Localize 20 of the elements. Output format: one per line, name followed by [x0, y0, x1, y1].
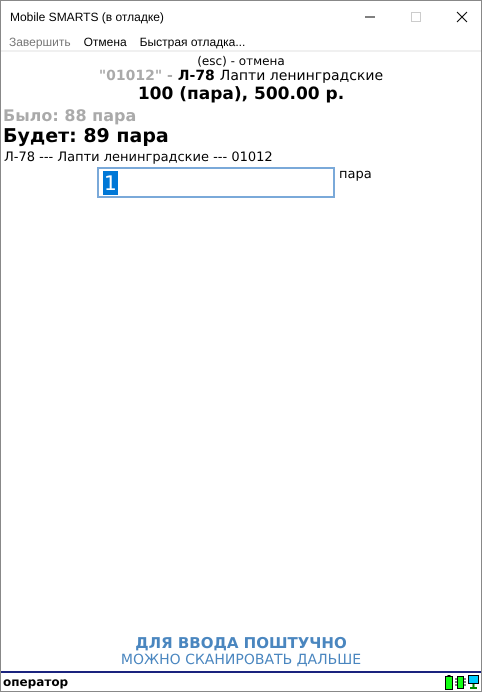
- previous-quantity: Было: 88 пара: [2, 106, 138, 125]
- new-quantity: Будет: 89 пара: [2, 125, 170, 147]
- product-name: Лапти ленинградские: [220, 68, 384, 84]
- window-title: Mobile SMARTS (в отладке): [10, 10, 164, 24]
- footer-subtitle: МОЖНО СКАНИРОВАТЬ ДАЛЬШЕ: [120, 652, 362, 668]
- product-code: "01012" -: [98, 68, 173, 84]
- product-description: Л-78 --- Лапти ленинградские --- 01012: [3, 150, 274, 165]
- user-label: оператор: [3, 675, 68, 689]
- quantity-field[interactable]: 1: [97, 167, 335, 198]
- footer-title: ДЛЯ ВВОДА ПОШТУЧНО: [134, 634, 348, 652]
- menu-item[interactable]: Быстрая отладка...: [140, 34, 246, 48]
- computer-icon: [468, 674, 479, 690]
- unit-label: пара: [339, 167, 372, 182]
- menu-item[interactable]: Отмена: [84, 34, 127, 48]
- chip-icon: [455, 674, 466, 690]
- close-icon[interactable]: [456, 11, 468, 23]
- product-article: Л-78: [178, 68, 215, 84]
- price-text: 100 (пара), 500.00 р.: [136, 84, 346, 104]
- hint-text: (esc) - отмена: [196, 54, 286, 68]
- battery-icon: [445, 674, 453, 690]
